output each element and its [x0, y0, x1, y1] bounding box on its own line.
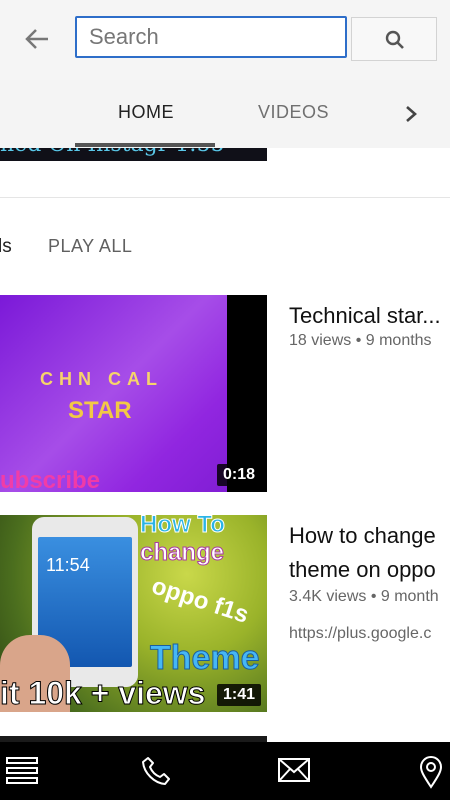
- thumbnail-text: oppo f1s: [148, 572, 252, 629]
- top-bar: [0, 0, 450, 80]
- video-meta: 18 views • 9 months: [289, 332, 432, 349]
- thumbnail-text: CHN CAL: [40, 369, 163, 389]
- thumbnail-text: STAR: [68, 397, 132, 424]
- thumbnail-text: Theme: [150, 639, 261, 678]
- bottom-nav: [0, 742, 450, 800]
- video-title[interactable]: Technical star...: [289, 299, 450, 333]
- video-thumbnail[interactable]: 11:54 How To change oppo f1s Theme it 10…: [0, 515, 267, 712]
- video-item[interactable]: 11:54 How To change oppo f1s Theme it 10…: [0, 515, 450, 713]
- menu-icon[interactable]: [5, 755, 39, 787]
- channel-tabs: HOME VIDEOS: [0, 80, 450, 148]
- location-pin-icon[interactable]: [418, 755, 444, 789]
- chevron-right-icon[interactable]: [400, 102, 422, 126]
- video-title[interactable]: How to change theme on oppo: [289, 519, 450, 587]
- video-item[interactable]: CHN CAL STAR ubscribe 0:18 Technical sta…: [0, 295, 450, 493]
- video-description: https://plus.google.c: [289, 625, 432, 642]
- thumbnail-letterbox: [227, 295, 267, 492]
- section-title: ls: [0, 236, 12, 257]
- video-thumbnail[interactable]: CHN CAL STAR ubscribe 0:18: [0, 295, 267, 492]
- thumbnail-text: How To: [140, 515, 226, 539]
- video-duration: 1:41: [216, 684, 261, 706]
- thumbnail-text: 11:54: [46, 555, 90, 575]
- video-thumbnail-partial[interactable]: ned On Instagr 1:55: [0, 148, 267, 161]
- active-tab-indicator: [75, 143, 215, 147]
- play-all-button[interactable]: PLAY ALL: [48, 236, 132, 257]
- divider: [0, 197, 450, 198]
- thumbnail-text: it 10k + views: [0, 675, 206, 712]
- video-meta: 3.4K views • 9 month: [289, 588, 439, 605]
- search-button[interactable]: [351, 17, 437, 61]
- thumbnail-text: change: [139, 539, 225, 567]
- video-duration: 0:18: [216, 464, 261, 486]
- mail-icon[interactable]: [277, 755, 311, 785]
- search-input[interactable]: [75, 16, 347, 58]
- thumbnail-text: ubscribe: [0, 467, 101, 492]
- search-icon: [385, 30, 404, 49]
- thumbnail-caption: ned On Instagr 1:55: [0, 148, 225, 157]
- tab-home[interactable]: HOME: [118, 102, 174, 123]
- tab-videos[interactable]: VIDEOS: [258, 102, 329, 123]
- back-arrow-icon[interactable]: [22, 24, 52, 54]
- phone-icon[interactable]: [140, 755, 172, 787]
